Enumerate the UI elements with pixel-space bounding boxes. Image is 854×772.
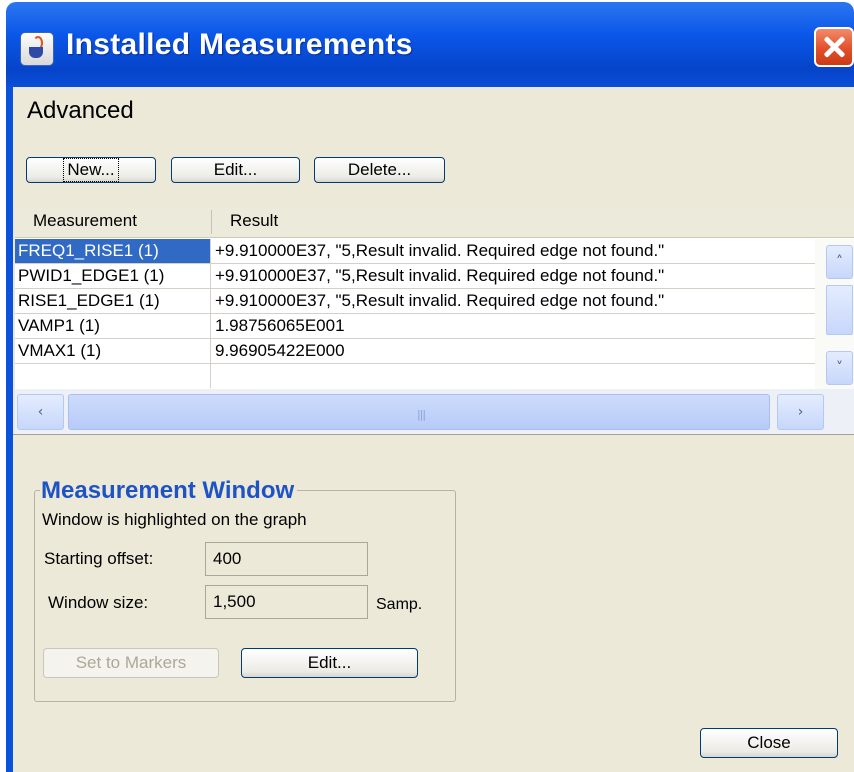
delete-button-label: Delete...: [347, 160, 412, 179]
measurement-cell: VAMP1 (1): [15, 314, 211, 338]
vertical-scroll-thumb[interactable]: [826, 285, 853, 335]
new-button[interactable]: New...: [26, 157, 156, 183]
new-button-label: New...: [63, 158, 119, 182]
close-window-icon[interactable]: [814, 27, 854, 67]
scroll-left-icon[interactable]: ‹: [17, 394, 64, 430]
result-cell: +9.910000E37, "5,Result invalid. Require…: [215, 266, 665, 285]
window-edit-label: Edit...: [307, 653, 352, 672]
measurement-cell: RISE1_EDGE1 (1): [15, 289, 211, 313]
measurement-cell: FREQ1_RISE1 (1): [15, 239, 211, 263]
grip-icon: |||: [417, 408, 426, 421]
window-frame: [6, 87, 13, 772]
measurement-cell: PWID1_EDGE1 (1): [15, 264, 211, 288]
close-button[interactable]: Close: [700, 728, 838, 758]
result-cell: +9.910000E37, "5,Result invalid. Require…: [215, 291, 665, 310]
set-to-markers-button: Set to Markers: [43, 648, 219, 678]
edit-button[interactable]: Edit...: [171, 157, 300, 183]
edit-button-label: Edit...: [213, 160, 258, 179]
close-button-label: Close: [747, 733, 791, 752]
scroll-right-icon[interactable]: ›: [777, 394, 824, 430]
vertical-scrollbar[interactable]: ˄ ˅: [815, 239, 854, 389]
measurement-window-title: Measurement Window: [40, 477, 298, 505]
set-to-markers-label: Set to Markers: [75, 653, 187, 672]
scroll-up-icon[interactable]: ˄: [826, 245, 853, 279]
window-size-unit: Samp.: [376, 596, 423, 613]
measurements-table[interactable]: Measurement Result FREQ1_RISE1 (1) +9.91…: [15, 207, 854, 434]
window-edit-button[interactable]: Edit...: [241, 648, 418, 678]
installed-measurements-window: Installed Measurements Advanced New... E…: [0, 0, 854, 772]
result-cell: +9.910000E37, "5,Result invalid. Require…: [215, 241, 665, 260]
measurement-window-hint: Window is highlighted on the graph: [42, 510, 307, 529]
starting-offset-label: Starting offset:: [44, 549, 154, 568]
table-row-empty: [15, 364, 815, 388]
table-row[interactable]: VMAX1 (1) 9.96905422E000: [15, 339, 815, 364]
window-size-label: Window size:: [48, 593, 149, 612]
result-cell: 1.98756065E001: [215, 316, 345, 335]
result-cell: 9.96905422E000: [215, 341, 345, 360]
horizontal-scrollbar[interactable]: ‹ ||| ›: [15, 389, 854, 434]
window-title: Installed Measurements: [66, 28, 413, 61]
table-row[interactable]: RISE1_EDGE1 (1) +9.910000E37, "5,Result …: [15, 289, 815, 314]
measurement-cell-empty: [15, 364, 211, 388]
java-cup-icon: [20, 32, 54, 66]
column-header-result[interactable]: Result: [230, 211, 278, 231]
section-title-advanced: Advanced: [27, 97, 134, 124]
delete-button[interactable]: Delete...: [314, 157, 445, 183]
title-bar[interactable]: Installed Measurements: [6, 2, 854, 87]
starting-offset-field[interactable]: 400: [205, 542, 368, 576]
table-row[interactable]: FREQ1_RISE1 (1) +9.910000E37, "5,Result …: [15, 239, 815, 264]
measurement-cell: VMAX1 (1): [15, 339, 211, 363]
divider: [13, 434, 854, 435]
table-row[interactable]: VAMP1 (1) 1.98756065E001: [15, 314, 815, 339]
window-size-field[interactable]: 1,500: [205, 585, 368, 619]
column-divider[interactable]: [211, 210, 212, 234]
scroll-down-icon[interactable]: ˅: [826, 351, 853, 385]
table-row[interactable]: PWID1_EDGE1 (1) +9.910000E37, "5,Result …: [15, 264, 815, 289]
column-header-measurement[interactable]: Measurement: [33, 211, 137, 231]
horizontal-scroll-thumb[interactable]: |||: [68, 394, 770, 430]
table-header: Measurement Result: [15, 207, 854, 238]
